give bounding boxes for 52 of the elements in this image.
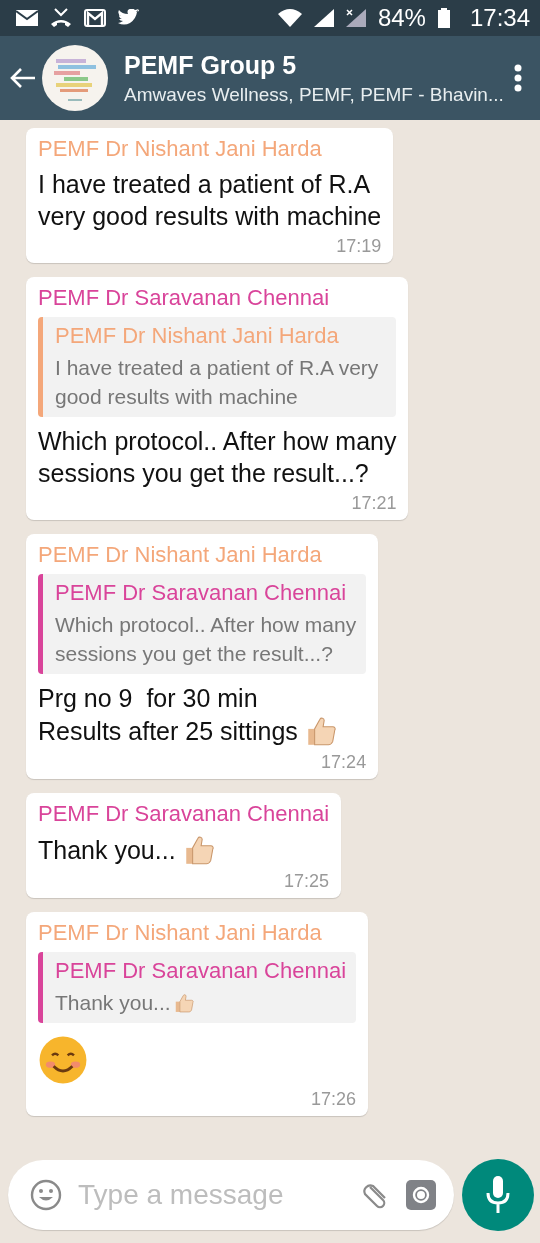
gmail-icon	[84, 9, 106, 27]
quoted-text: sessions you get the result...?	[55, 641, 333, 667]
sender-name: PEMF Dr Nishant Jani Harda	[38, 542, 323, 568]
quoted-text: I have treated a patient of R.A very	[55, 355, 379, 381]
group-members[interactable]: Amwaves Wellness, PEMF, PEMF - Bhavin...	[124, 83, 508, 106]
microphone-icon	[485, 1176, 511, 1214]
message-time: 17:19	[335, 236, 382, 257]
quoted-message[interactable]: PEMF Dr Nishant Jani Harda I have treated a patient of R.A very good results with machine	[38, 317, 397, 417]
message-bubble[interactable]: PEMF Dr Saravanan Chennai Thank you... 17:25	[26, 793, 342, 898]
sender-name: PEMF Dr Saravanan Chennai	[38, 285, 331, 311]
quoted-text: Thank you...	[55, 990, 171, 1016]
quoted-text: Which protocol.. After how many	[55, 612, 357, 638]
quoted-sender: PEMF Dr Nishant Jani Harda	[55, 323, 340, 349]
message-text: Which protocol.. After how many	[38, 426, 397, 457]
mail-icon	[16, 10, 38, 26]
message-time: 17:21	[350, 493, 397, 514]
message-input[interactable]: Type a message	[76, 1178, 346, 1212]
missed-call-icon	[50, 8, 72, 28]
message-text: Thank you...	[38, 835, 176, 866]
battery-percent: 84%	[377, 4, 426, 32]
camera-icon[interactable]	[406, 1180, 436, 1210]
quoted-sender: PEMF Dr Saravanan Chennai	[55, 580, 348, 606]
battery-icon	[437, 8, 450, 28]
clock: 17:34	[469, 4, 530, 32]
quoted-sender: PEMF Dr Saravanan Chennai	[55, 958, 347, 984]
message-bubble[interactable]: PEMF Dr Saravanan Chennai PEMF Dr Nishant Jani Harda I have treated a patient of R.A very good results with machine Which protocol.. After how many sessions you get the result...? 17:21	[26, 277, 409, 520]
message-text: sessions you get the result...?	[38, 458, 369, 489]
message-text: very good results with machine	[38, 201, 382, 232]
bird-icon	[118, 9, 140, 27]
no-signal-icon	[345, 9, 366, 27]
quoted-text: good results with machine	[55, 384, 298, 410]
message-text: I have treated a patient of R.A	[38, 169, 371, 200]
more-options-icon[interactable]	[514, 64, 522, 92]
message-time: 17:24	[320, 752, 367, 773]
quoted-message[interactable]: PEMF Dr Saravanan Chennai Which protocol.. After how many sessions you get the result...?	[38, 574, 367, 674]
message-time: 17:26	[310, 1089, 357, 1110]
message-text: Prg no 9 for 30 min	[38, 683, 258, 714]
smiley-icon[interactable]	[30, 1179, 62, 1211]
message-time: 17:25	[283, 871, 330, 892]
message-bubble[interactable]: PEMF Dr Nishant Jani Harda I have treated a patient of R.A very good results with machine 17:19	[26, 128, 394, 263]
message-bubble[interactable]: PEMF Dr Nishant Jani Harda PEMF Dr Saravanan Chennai Which protocol.. After how many sessions you get the result...? Prg no 9 for 30 min Results after 25 sittings 17:24	[26, 534, 379, 779]
wifi-icon	[277, 9, 302, 27]
sender-name: PEMF Dr Saravanan Chennai	[38, 801, 330, 827]
back-arrow-icon[interactable]	[10, 67, 36, 89]
signal-icon	[313, 9, 334, 27]
quoted-message[interactable]: PEMF Dr Saravanan Chennai Thank you...	[38, 952, 357, 1023]
sender-name: PEMF Dr Nishant Jani Harda	[38, 920, 323, 946]
message-field[interactable]: Type a message	[8, 1160, 454, 1230]
sender-name: PEMF Dr Nishant Jani Harda	[38, 136, 323, 162]
message-bubble[interactable]: PEMF Dr Nishant Jani Harda PEMF Dr Saravanan Chennai Thank you... 17:26	[26, 912, 369, 1116]
group-name[interactable]: PEMF Group 5	[124, 50, 508, 80]
message-text: Results after 25 sittings	[38, 716, 298, 747]
